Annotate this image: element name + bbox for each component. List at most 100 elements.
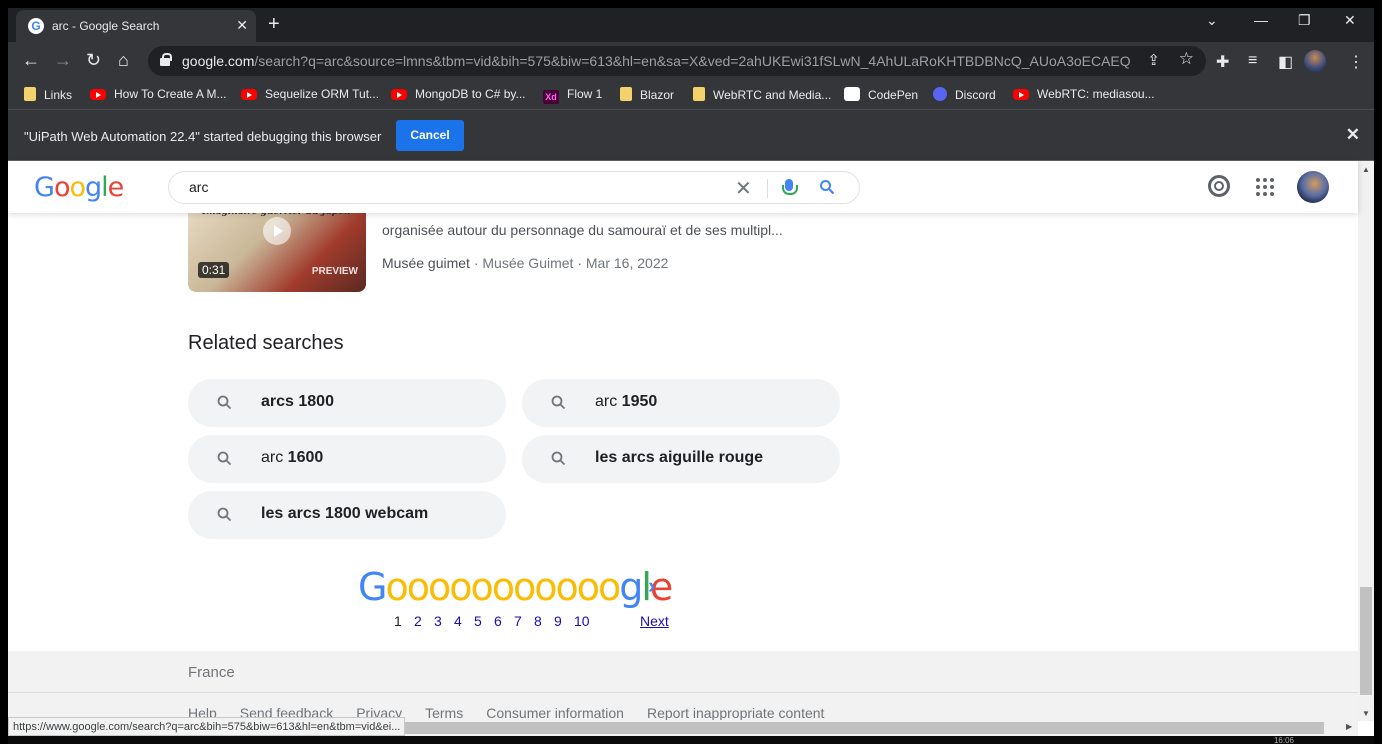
- next-page-link[interactable]: Next: [640, 613, 669, 629]
- bookmark-blazor[interactable]: Blazor: [620, 87, 674, 102]
- youtube-icon: [1013, 89, 1029, 100]
- page-number-link[interactable]: 2: [414, 613, 434, 629]
- google-favicon-icon: G: [28, 18, 44, 34]
- account-avatar[interactable]: [1297, 171, 1329, 203]
- video-thumbnail[interactable]: Imaginaire guerrier du Japon 0:31 PREVIE…: [188, 205, 366, 292]
- folder-icon: [620, 87, 632, 101]
- related-searches-title: Related searches: [188, 332, 344, 354]
- kebab-menu-icon[interactable]: ⋮: [1348, 52, 1364, 72]
- pagination-google-logo: Gooooooooooogle: [358, 565, 673, 609]
- search-icon: [217, 451, 232, 466]
- related-search-chip[interactable]: les arcs 1800 webcam: [188, 491, 506, 539]
- page-number-link[interactable]: 4: [454, 613, 474, 629]
- google-logo[interactable]: Google: [34, 172, 124, 203]
- video-source: Musée guimet: [382, 255, 470, 271]
- footer-country: France: [188, 664, 235, 681]
- search-icon[interactable]: [819, 179, 835, 195]
- tab-close-icon[interactable]: ✕: [236, 17, 248, 34]
- search-icon: [551, 451, 566, 466]
- browser-window: G arc - Google Search ✕ + ⌄ — ❐ ✕ ← → ↻ …: [8, 8, 1374, 744]
- address-bar[interactable]: google.com/search?q=arc&source=lmns&tbm=…: [148, 46, 1206, 76]
- browser-toolbar: ← → ↻ ⌂ google.com/search?q=arc&source=l…: [8, 42, 1374, 80]
- home-icon[interactable]: ⌂: [118, 50, 129, 70]
- bookmark-flow1[interactable]: Xd Flow 1: [543, 87, 602, 104]
- vertical-scrollbar[interactable]: ▲ ▼: [1358, 161, 1374, 721]
- bookmark-star-icon[interactable]: ☆: [1179, 49, 1194, 69]
- status-bar-url: https://www.google.com/search?q=arc&bih=…: [8, 717, 406, 736]
- tab-search-chevron-icon[interactable]: ⌄: [1206, 12, 1218, 29]
- video-date: Mar 16, 2022: [585, 255, 669, 271]
- bookmark-how-to-create[interactable]: How To Create A M...: [90, 87, 227, 101]
- video-channel: Musée Guimet: [482, 255, 574, 271]
- lock-icon[interactable]: [160, 53, 172, 66]
- window-close-button[interactable]: ✕: [1344, 12, 1356, 29]
- restore-button[interactable]: ❐: [1298, 12, 1311, 29]
- search-icon: [217, 507, 232, 522]
- related-search-chip[interactable]: arc 1950: [522, 379, 840, 427]
- page-number-link[interactable]: 7: [514, 613, 534, 629]
- page-number-link[interactable]: 5: [474, 613, 494, 629]
- footer-link-consumer-info[interactable]: Consumer information: [486, 705, 624, 721]
- minimize-button[interactable]: —: [1254, 12, 1268, 28]
- footer-divider: [8, 692, 1358, 693]
- vertical-scroll-thumb[interactable]: [1360, 587, 1372, 695]
- infobar-message: "UiPath Web Automation 22.4" started deb…: [24, 129, 382, 144]
- clear-search-icon[interactable]: ✕: [735, 176, 752, 201]
- reload-icon[interactable]: ↻: [86, 50, 101, 70]
- infobar-close-icon[interactable]: ✕: [1346, 125, 1360, 145]
- related-search-chip[interactable]: arc 1600: [188, 435, 506, 483]
- related-search-chip[interactable]: les arcs aiguille rouge: [522, 435, 840, 483]
- xd-icon: Xd: [543, 90, 559, 104]
- preview-label: PREVIEW: [311, 266, 358, 277]
- search-results: Imaginaire guerrier du Japon 0:31 PREVIE…: [8, 205, 1358, 651]
- bookmark-links[interactable]: Links: [24, 87, 72, 102]
- bookmark-codepen[interactable]: CodePen: [844, 87, 918, 102]
- settings-gear-icon[interactable]: [1208, 175, 1230, 197]
- bookmark-webrtc-media[interactable]: WebRTC and Media...: [693, 87, 831, 102]
- footer-link-report[interactable]: Report inappropriate content: [647, 705, 824, 721]
- share-icon[interactable]: ⇪: [1147, 51, 1160, 69]
- search-box: ✕: [168, 171, 860, 204]
- microphone-icon[interactable]: [782, 179, 798, 195]
- folder-icon: [24, 87, 36, 101]
- tab-active[interactable]: G arc - Google Search ✕: [16, 10, 256, 42]
- bookmark-webrtc-mediasoup[interactable]: WebRTC: mediasou...: [1013, 87, 1155, 101]
- taskbar-clock: 16:06: [1273, 736, 1294, 744]
- scroll-down-arrow-icon[interactable]: ▼: [1362, 709, 1370, 718]
- bookmarks-bar: Links How To Create A M... Sequelize ORM…: [8, 80, 1374, 110]
- reading-list-icon[interactable]: ≡: [1248, 52, 1257, 70]
- forward-arrow-icon[interactable]: →: [54, 50, 72, 70]
- scroll-right-arrow-icon[interactable]: ▶: [1346, 722, 1352, 731]
- back-arrow-icon[interactable]: ←: [22, 50, 40, 70]
- page-numbers: 1 2 3 4 5 6 7 8 9 10: [394, 613, 594, 629]
- youtube-icon: [391, 89, 407, 100]
- debugging-infobar: "UiPath Web Automation 22.4" started deb…: [8, 110, 1374, 161]
- next-chevron-icon[interactable]: ›: [648, 573, 655, 599]
- taskbar: 16:06: [8, 736, 1374, 744]
- extensions-puzzle-icon[interactable]: ✚: [1216, 52, 1229, 72]
- google-apps-icon[interactable]: [1256, 178, 1274, 196]
- search-input[interactable]: [189, 179, 709, 195]
- codepen-icon: [844, 87, 860, 101]
- page-number-link[interactable]: 3: [434, 613, 454, 629]
- related-search-chip[interactable]: arcs 1800: [188, 379, 506, 427]
- page-number-link[interactable]: 8: [534, 613, 554, 629]
- page-number-link[interactable]: 9: [554, 613, 574, 629]
- new-tab-button[interactable]: +: [268, 13, 280, 36]
- video-duration: 0:31: [198, 262, 230, 278]
- address-url[interactable]: google.com/search?q=arc&source=lmns&tbm=…: [182, 53, 1132, 69]
- folder-icon: [693, 87, 705, 101]
- side-panel-icon[interactable]: ◧: [1278, 52, 1293, 72]
- bookmark-sequelize[interactable]: Sequelize ORM Tut...: [241, 87, 379, 101]
- page-number-link[interactable]: 10: [574, 613, 594, 629]
- profile-avatar-small[interactable]: [1304, 50, 1326, 72]
- cancel-debugging-button[interactable]: Cancel: [396, 120, 464, 151]
- tab-title: arc - Google Search: [52, 19, 160, 33]
- footer-link-terms[interactable]: Terms: [425, 705, 463, 721]
- scroll-up-arrow-icon[interactable]: ▲: [1362, 165, 1370, 174]
- page-number-link[interactable]: 6: [494, 613, 514, 629]
- bookmark-mongodb[interactable]: MongoDB to C# by...: [391, 87, 526, 101]
- youtube-icon: [90, 89, 106, 100]
- play-icon[interactable]: [263, 217, 291, 245]
- bookmark-discord[interactable]: Discord: [933, 87, 996, 102]
